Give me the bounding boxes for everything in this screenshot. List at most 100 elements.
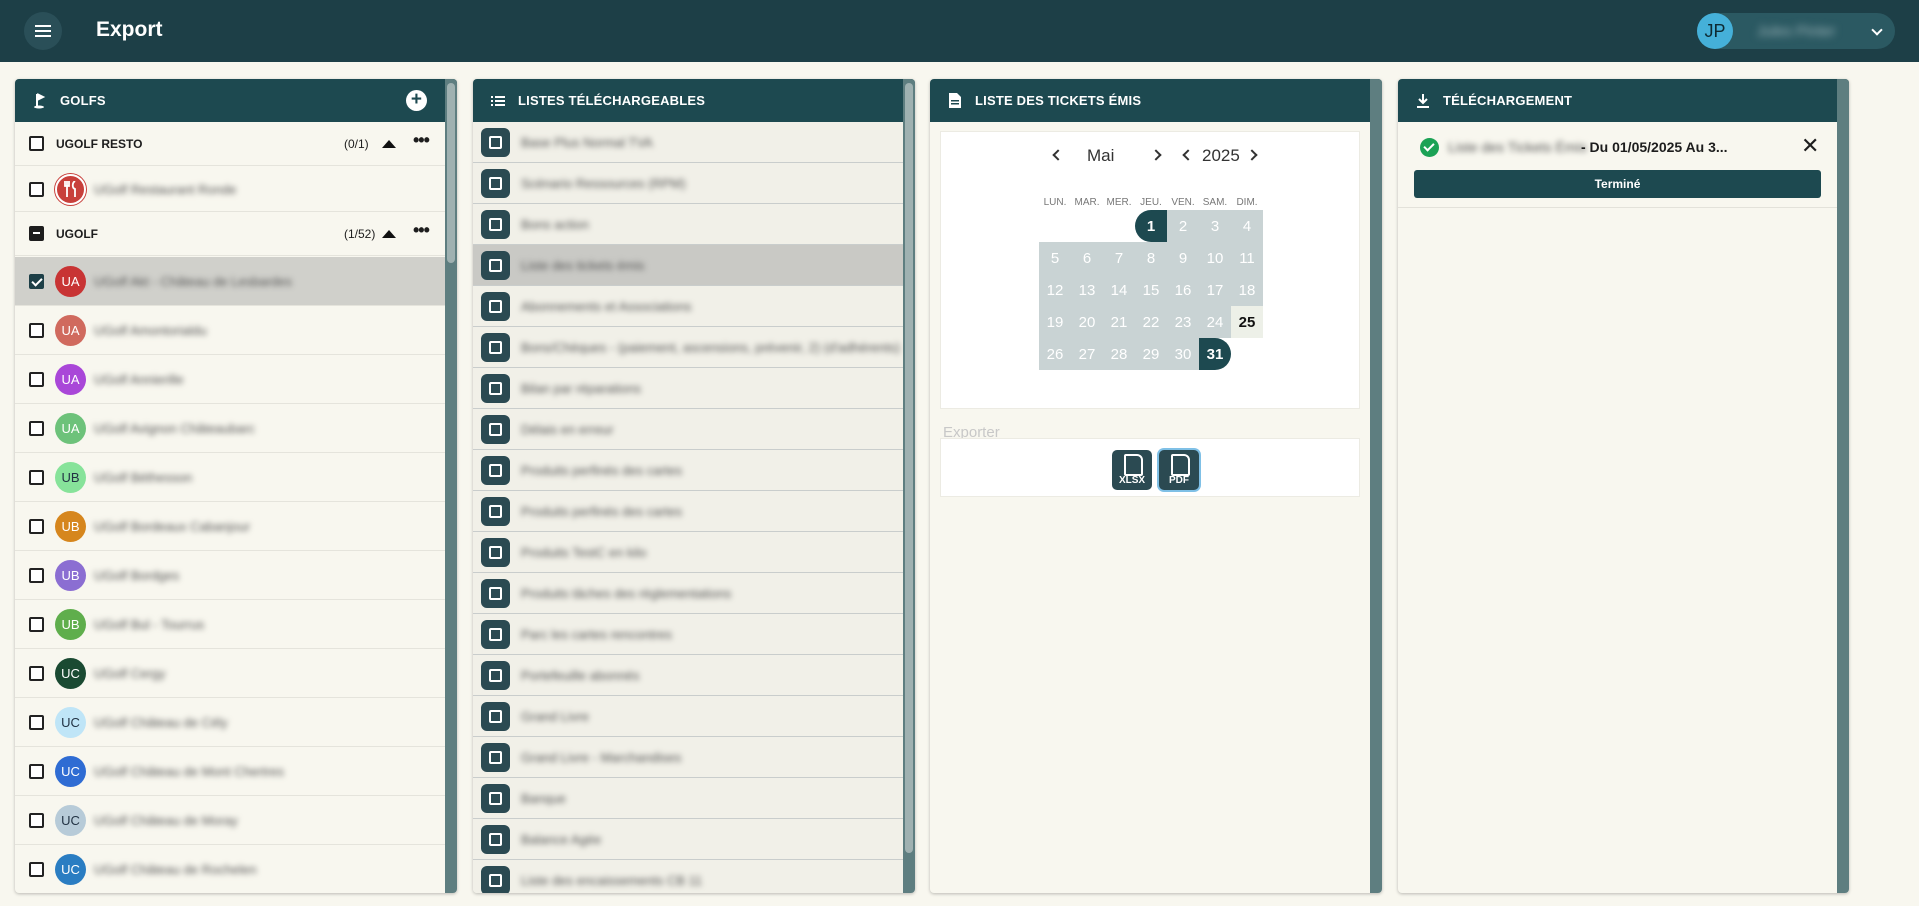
- golf-group-row[interactable]: UGOLF RESTO (0/1) •••: [15, 122, 445, 166]
- calendar-day[interactable]: 1: [1135, 210, 1167, 242]
- list-item[interactable]: Produits tâches des règlementations: [473, 573, 903, 614]
- golf-list-scrollbar[interactable]: [445, 79, 457, 893]
- calendar-day[interactable]: 3: [1199, 210, 1231, 242]
- list-item[interactable]: Produits perfinés des cartes: [473, 491, 903, 532]
- calendar-day[interactable]: 27: [1071, 338, 1103, 370]
- list-item[interactable]: Portefeuille abonnés: [473, 655, 903, 696]
- golf-item-row[interactable]: UA UGolf Avignon Châteaubarc: [15, 404, 445, 453]
- golf-item-row[interactable]: UA UGolf Annierille: [15, 355, 445, 404]
- calendar-day[interactable]: 31: [1199, 338, 1231, 370]
- list-item[interactable]: Bons action: [473, 204, 903, 245]
- previous-year-button[interactable]: [1182, 149, 1194, 161]
- golf-item-row[interactable]: UA UGolf Akt - Château de Lesbardes: [15, 257, 445, 306]
- menu-button[interactable]: [24, 12, 62, 50]
- calendar-day[interactable]: 23: [1167, 306, 1199, 338]
- list-item[interactable]: Produits perfinés des cartes: [473, 450, 903, 491]
- scrollbar-thumb[interactable]: [447, 83, 455, 263]
- list-item[interactable]: Délais en erreur: [473, 409, 903, 450]
- more-options-icon[interactable]: •••: [413, 220, 430, 241]
- user-menu-button[interactable]: JP Jules Pinter: [1697, 13, 1895, 49]
- list-item[interactable]: Balance Agée: [473, 819, 903, 860]
- calendar-day[interactable]: 22: [1135, 306, 1167, 338]
- calendar-day[interactable]: 20: [1071, 306, 1103, 338]
- calendar-day[interactable]: 2: [1167, 210, 1199, 242]
- golf-checkbox[interactable]: [29, 714, 44, 730]
- collapse-caret-icon[interactable]: [382, 229, 396, 238]
- collapse-caret-icon[interactable]: [382, 139, 396, 148]
- golf-checkbox[interactable]: [29, 812, 44, 828]
- tickets-scrollbar[interactable]: [1370, 79, 1382, 893]
- add-golf-button[interactable]: +: [406, 90, 427, 111]
- list-item[interactable]: Produits TestC en kilo: [473, 532, 903, 573]
- calendar-day[interactable]: 15: [1135, 274, 1167, 306]
- calendar-day[interactable]: 16: [1167, 274, 1199, 306]
- golf-item-row[interactable]: UB UGolf Béthesson: [15, 453, 445, 502]
- calendar-day[interactable]: 8: [1135, 242, 1167, 274]
- list-item[interactable]: Scénario Ressources (RPM): [473, 163, 903, 204]
- golf-group-row[interactable]: UGOLF (1/52) •••: [15, 212, 445, 256]
- golf-checkbox[interactable]: [29, 420, 44, 436]
- calendar-day[interactable]: 10: [1199, 242, 1231, 274]
- calendar-day[interactable]: 12: [1039, 274, 1071, 306]
- group-checkbox[interactable]: [29, 136, 44, 151]
- lists-scrollbar[interactable]: [903, 79, 915, 893]
- export-xlsx-button[interactable]: XLSX: [1112, 450, 1152, 490]
- golf-checkbox[interactable]: [29, 665, 44, 681]
- calendar-day[interactable]: 26: [1039, 338, 1071, 370]
- golf-checkbox[interactable]: [29, 469, 44, 485]
- calendar-day[interactable]: 29: [1135, 338, 1167, 370]
- list-item[interactable]: Bons/Chèques - (paiement, ascensions, pr…: [473, 327, 903, 368]
- list-item[interactable]: Grand Livre: [473, 696, 903, 737]
- golf-item-row[interactable]: UC UGolf Château de Rochelen: [15, 845, 445, 893]
- calendar-day[interactable]: 13: [1071, 274, 1103, 306]
- calendar-day[interactable]: 9: [1167, 242, 1199, 274]
- calendar-day[interactable]: 4: [1231, 210, 1263, 242]
- calendar-day[interactable]: 25: [1231, 306, 1263, 338]
- close-icon[interactable]: ✕: [1801, 135, 1819, 157]
- golf-item-row[interactable]: UA UGolf Amontorialdu: [15, 306, 445, 355]
- golf-item-row[interactable]: UC UGolf Château de Mont Chertres: [15, 747, 445, 796]
- more-options-icon[interactable]: •••: [413, 130, 430, 151]
- calendar-day[interactable]: 24: [1199, 306, 1231, 338]
- list-item[interactable]: Liste des tickets émis: [473, 245, 903, 286]
- calendar-day[interactable]: 28: [1103, 338, 1135, 370]
- calendar-day[interactable]: 17: [1199, 274, 1231, 306]
- next-month-button[interactable]: [1150, 149, 1162, 161]
- golf-checkbox[interactable]: [29, 616, 44, 632]
- golf-item-row[interactable]: UB UGolf Bordeaux Cabanjour: [15, 502, 445, 551]
- download-status-bar[interactable]: Terminé: [1414, 170, 1821, 198]
- list-item[interactable]: Grand Livre - Marchandises: [473, 737, 903, 778]
- calendar-day[interactable]: 7: [1103, 242, 1135, 274]
- list-item[interactable]: Liste des encaissements CB 11: [473, 860, 903, 893]
- next-year-button[interactable]: [1246, 149, 1258, 161]
- golf-checkbox[interactable]: [29, 322, 44, 338]
- scrollbar-thumb[interactable]: [905, 83, 913, 853]
- golf-checkbox[interactable]: [29, 273, 44, 289]
- golf-item-row[interactable]: UC UGolf Château de Cély: [15, 698, 445, 747]
- golf-item-row[interactable]: UB UGolf Bordges: [15, 551, 445, 600]
- calendar-day[interactable]: 19: [1039, 306, 1071, 338]
- calendar-day[interactable]: 5: [1039, 242, 1071, 274]
- calendar-day[interactable]: 14: [1103, 274, 1135, 306]
- list-item[interactable]: Abonnements et Associations: [473, 286, 903, 327]
- golf-item-row[interactable]: UB UGolf Bul - Tourrus: [15, 600, 445, 649]
- golf-checkbox[interactable]: [29, 518, 44, 534]
- golf-checkbox[interactable]: [29, 763, 44, 779]
- calendar-day[interactable]: 21: [1103, 306, 1135, 338]
- list-item[interactable]: Banque: [473, 778, 903, 819]
- golf-checkbox[interactable]: [29, 371, 44, 387]
- calendar-day[interactable]: 18: [1231, 274, 1263, 306]
- calendar-day[interactable]: 11: [1231, 242, 1263, 274]
- previous-month-button[interactable]: [1052, 149, 1064, 161]
- golf-checkbox[interactable]: [29, 567, 44, 583]
- golf-item-row[interactable]: UC UGolf Château de Moray: [15, 796, 445, 845]
- golf-item-row[interactable]: UGolf Restaurant Ronde: [15, 167, 445, 212]
- list-item[interactable]: Base Plus Normal TVA: [473, 122, 903, 163]
- golf-checkbox[interactable]: [29, 181, 44, 197]
- export-pdf-button[interactable]: PDF: [1159, 450, 1199, 490]
- golf-item-row[interactable]: UC UGolf Cergy: [15, 649, 445, 698]
- group-checkbox[interactable]: [29, 226, 44, 241]
- calendar-day[interactable]: 30: [1167, 338, 1199, 370]
- list-item[interactable]: Parc les cartes rencontres: [473, 614, 903, 655]
- calendar-day[interactable]: 6: [1071, 242, 1103, 274]
